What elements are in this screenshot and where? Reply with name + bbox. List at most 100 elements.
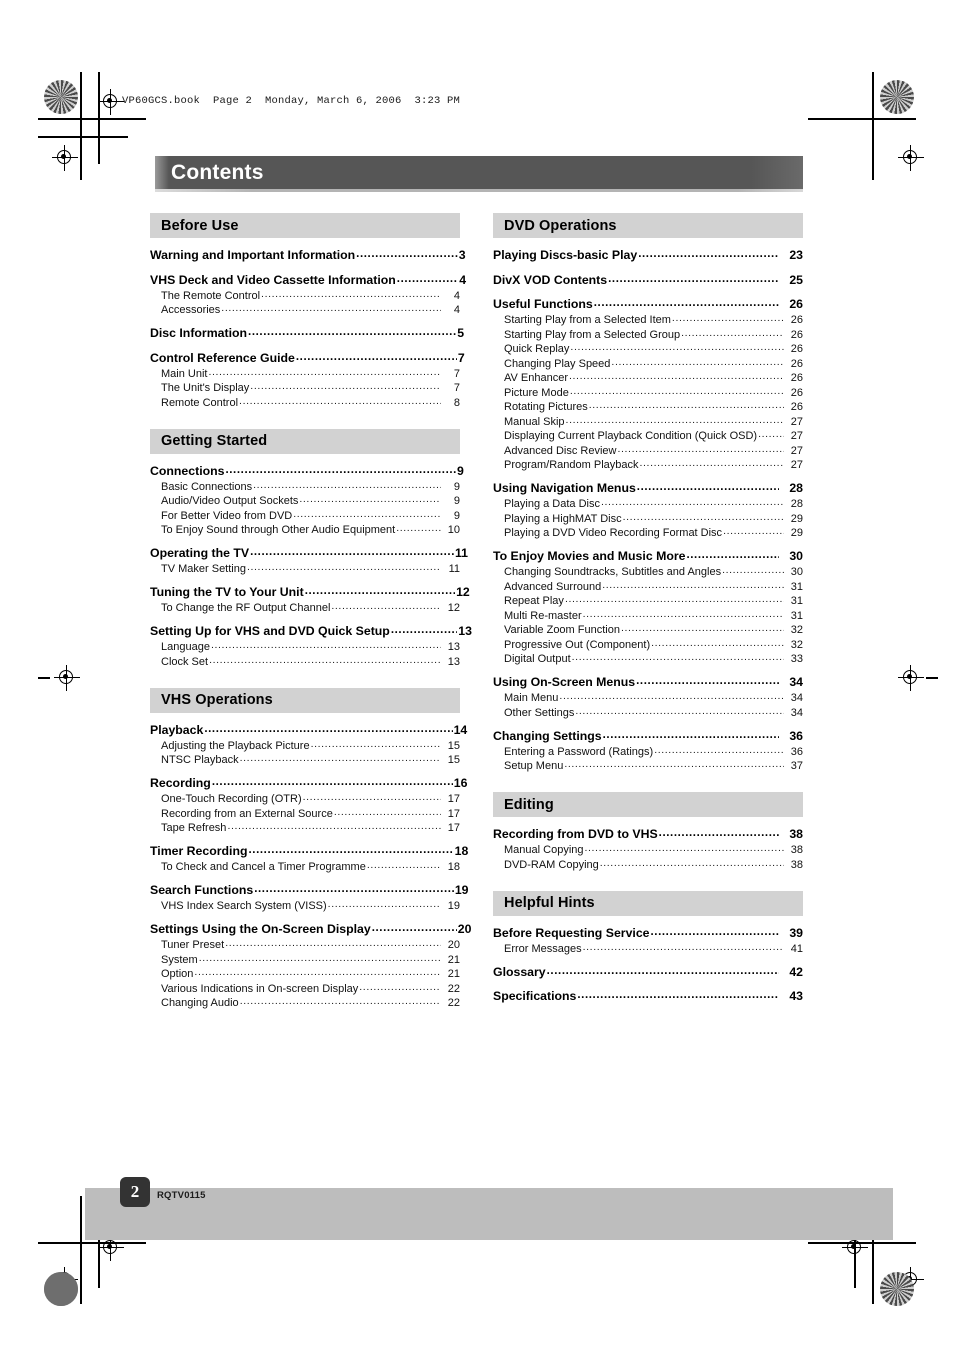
toc-entry-label: VHS Index Search System (VISS) — [161, 900, 327, 912]
toc-entry[interactable]: Control Reference Guide 7 — [150, 351, 465, 366]
toc-entry[interactable]: Playing a HighMAT Disc 29 — [504, 512, 803, 525]
toc-entry[interactable]: Disc Information 5 — [150, 327, 464, 341]
toc-entry[interactable]: Recording from DVD to VHS 38 — [493, 828, 803, 842]
toc-dot-leader — [638, 249, 779, 261]
toc-entry[interactable]: To Change the RF Output Channel 12 — [161, 603, 460, 614]
toc-entry[interactable]: Tuning the TV to Your Unit 12 — [150, 585, 470, 600]
toc-dot-leader — [570, 342, 784, 353]
toc-entry[interactable]: VHS Deck and Video Cassette Information 4 — [150, 273, 466, 288]
toc-entry[interactable]: The Unit's Display 7 — [161, 383, 460, 394]
toc-entry-label: The Remote Control — [161, 289, 261, 302]
toc-entry[interactable]: Language 13 — [161, 642, 460, 653]
toc-entry[interactable]: Recording 16 — [150, 777, 467, 791]
toc-entry[interactable]: System 21 — [161, 954, 460, 966]
toc-entry[interactable]: Search Functions 19 — [150, 884, 469, 898]
toc-entry[interactable]: Starting Play from a Selected Item 26 — [504, 315, 803, 326]
toc-entry[interactable]: For Better Video from DVD 9 — [161, 510, 460, 522]
toc-entry[interactable]: Option 21 — [161, 969, 460, 980]
toc-entry[interactable]: Clock Set 13 — [161, 656, 460, 668]
toc-entry[interactable]: Picture Mode 26 — [504, 387, 803, 399]
toc-entry[interactable]: Audio/Video Output Sockets 9 — [161, 496, 460, 507]
toc-entry[interactable]: Starting Play from a Selected Group 26 — [504, 328, 803, 341]
toc-entry[interactable]: Error Messages 41 — [504, 942, 803, 955]
toc-entry[interactable]: Digital Output 33 — [504, 654, 803, 665]
toc-entry[interactable]: Displaying Current Playback Condition (Q… — [504, 431, 803, 442]
toc-entry[interactable]: Changing Play Speed 26 — [504, 358, 803, 370]
toc-entry[interactable]: Variable Zoom Function 32 — [504, 625, 803, 636]
toc-entry[interactable]: Adjusting the Playback Picture 15 — [161, 740, 460, 752]
toc-entry[interactable]: Program/Random Playback 27 — [504, 460, 803, 471]
toc-entry-page: 22 — [447, 997, 460, 1009]
toc-entry[interactable]: DVD-RAM Copying 38 — [504, 859, 803, 871]
toc-entry[interactable]: Changing Settings 36 — [493, 729, 803, 744]
toc-entry[interactable]: Using Navigation Menus 28 — [493, 482, 803, 496]
toc-entry[interactable]: VHS Index Search System (VISS) 19 — [161, 901, 460, 912]
toc-entry-label: To Enjoy Sound through Other Audio Equip… — [161, 524, 396, 536]
toc-entry-label: To Change the RF Output Channel — [161, 602, 331, 614]
toc-entry[interactable]: Glossary 42 — [493, 965, 803, 980]
toc-entry[interactable]: Entering a Password (Ratings) 36 — [504, 746, 803, 758]
toc-entry-page: 12 — [456, 585, 470, 599]
toc-entry[interactable]: Tuner Preset 20 — [161, 940, 460, 951]
section-header-getting-started: Getting Started — [150, 428, 460, 454]
toc-entry[interactable]: Playing Discs-basic Play 23 — [493, 249, 803, 263]
toc-entry[interactable]: Remote Control 8 — [161, 397, 460, 409]
toc-entry[interactable]: Timer Recording 18 — [150, 845, 468, 859]
toc-entry[interactable]: To Enjoy Sound through Other Audio Equip… — [161, 525, 460, 536]
toc-column-left: Before Use Warning and Important Informat… — [150, 213, 472, 1009]
toc-entry[interactable]: Recording from an External Source 17 — [161, 808, 460, 820]
toc-entry[interactable]: Tape Refresh 17 — [161, 823, 460, 834]
toc-dot-leader — [686, 550, 779, 562]
toc-entry-label: Playing a DVD Video Recording Format Dis… — [504, 527, 723, 539]
toc-entry[interactable]: Playback 14 — [150, 723, 467, 738]
toc-entry[interactable]: AV Enhancer 26 — [504, 373, 803, 384]
toc-entry-page: 39 — [789, 925, 803, 940]
toc-entry[interactable]: Using On-Screen Menus 34 — [493, 676, 803, 690]
toc-entry[interactable]: Repeat Play 31 — [504, 596, 803, 607]
toc-entry[interactable]: Manual Copying 38 — [504, 845, 803, 856]
toc-entry[interactable]: Before Requesting Service 39 — [493, 925, 803, 941]
toc-entry[interactable]: Useful Functions 26 — [493, 298, 803, 312]
toc-entry[interactable]: Playing a Data Disc 28 — [504, 499, 803, 510]
toc-dot-leader — [212, 777, 453, 789]
toc-entry[interactable]: Accessories 4 — [161, 305, 460, 316]
toc-entry[interactable]: Advanced Disc Review 27 — [504, 445, 803, 457]
toc-entry-label: Starting Play from a Selected Group — [504, 328, 681, 341]
toc-entry-label: Changing Audio — [161, 997, 239, 1009]
toc-entry[interactable]: Various Indications in On-screen Display… — [161, 982, 460, 995]
toc-entry[interactable]: To Check and Cancel a Timer Programme 18 — [161, 862, 460, 873]
toc-entry[interactable]: Operating the TV 11 — [150, 547, 468, 561]
toc-entry[interactable]: Rotating Pictures 26 — [504, 402, 803, 413]
toc-entry[interactable]: Setting Up for VHS and DVD Quick Setup 13 — [150, 625, 472, 639]
toc-entry[interactable]: The Remote Control 4 — [161, 289, 460, 302]
toc-entry-label: Error Messages — [504, 942, 582, 955]
toc-entry[interactable]: NTSC Playback 15 — [161, 755, 460, 766]
toc-entry[interactable]: One-Touch Recording (OTR) 17 — [161, 794, 460, 805]
toc-entry-page: 38 — [790, 844, 803, 856]
toc-entry[interactable]: Multi Re-master 31 — [504, 610, 803, 622]
toc-entry[interactable]: Warning and Important Information 3 — [150, 249, 466, 263]
toc-dot-leader — [194, 967, 441, 978]
toc-entry[interactable]: To Enjoy Movies and Music More 30 — [493, 550, 803, 564]
toc-entry[interactable]: Changing Soundtracks, Subtitles and Angl… — [504, 567, 803, 578]
toc-entry[interactable]: Playing a DVD Video Recording Format Dis… — [504, 528, 803, 539]
toc-entry[interactable]: Advanced Surround 31 — [504, 581, 803, 593]
toc-entry[interactable]: Main Unit 7 — [161, 368, 460, 380]
toc-entry-page: 29 — [790, 512, 803, 525]
toc-entry[interactable]: DivX VOD Contents 25 — [493, 273, 803, 288]
toc-dot-leader — [359, 982, 441, 993]
toc-dot-leader — [637, 482, 779, 494]
toc-entry[interactable]: Manual Skip 27 — [504, 416, 803, 428]
toc-entry[interactable]: Settings Using the On-Screen Display 20 — [150, 923, 471, 937]
toc-entry[interactable]: Progressive Out (Component) 32 — [504, 639, 803, 651]
toc-entry[interactable]: Setup Menu 37 — [504, 761, 803, 772]
toc-entry[interactable]: Changing Audio 22 — [161, 998, 460, 1009]
toc-entry[interactable]: Basic Connections 9 — [161, 481, 460, 493]
toc-entry[interactable]: Connections 9 — [150, 463, 464, 479]
toc-entry[interactable]: Main Menu 34 — [504, 693, 803, 704]
toc-entry-label: Connections — [150, 463, 225, 478]
toc-entry[interactable]: Specifications 43 — [493, 990, 803, 1004]
toc-entry[interactable]: Other Settings 34 — [504, 707, 803, 719]
toc-entry[interactable]: TV Maker Setting 11 — [161, 564, 460, 575]
toc-entry[interactable]: Quick Replay 26 — [504, 344, 803, 355]
